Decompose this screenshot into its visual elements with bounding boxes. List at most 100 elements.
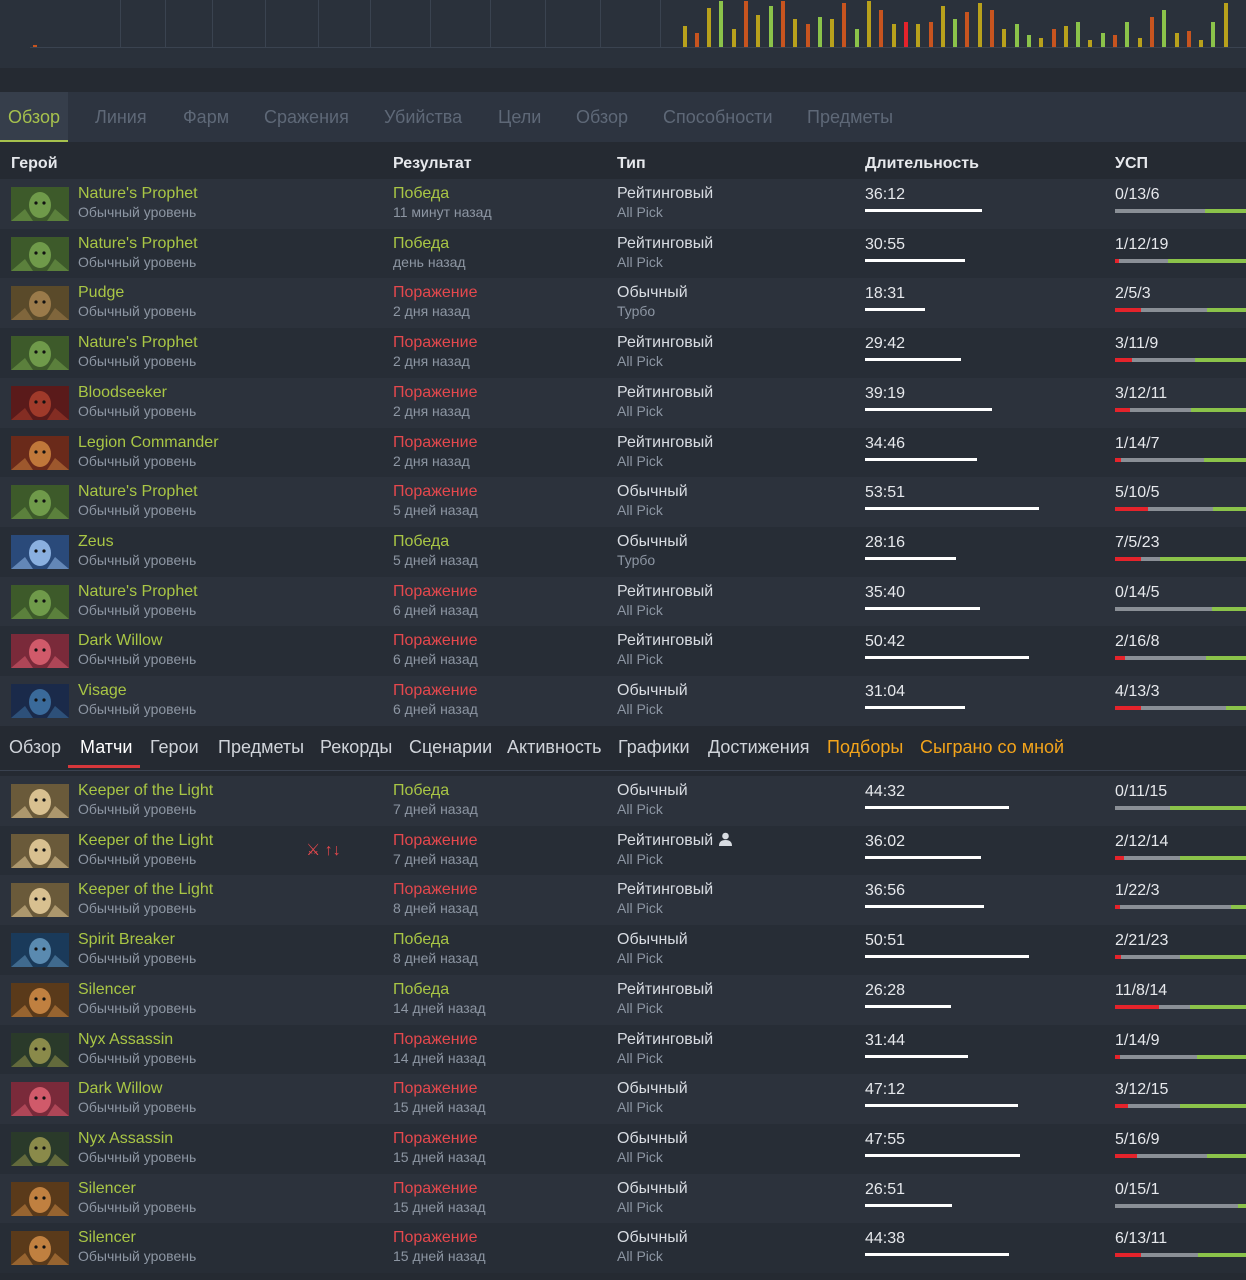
hero-name-link[interactable]: Keeper of the Light xyxy=(78,832,213,850)
table-row[interactable]: Keeper of the Light Обычный уровень Победа… xyxy=(0,776,1246,826)
hero-name-link[interactable]: Keeper of the Light xyxy=(78,782,213,800)
hero-portrait[interactable] xyxy=(11,534,69,569)
hero-name-link[interactable]: Zeus xyxy=(78,533,114,551)
hero-portrait[interactable] xyxy=(11,336,69,371)
hero-name-link[interactable]: Nature's Prophet xyxy=(78,185,198,203)
hero-portrait[interactable] xyxy=(11,833,69,868)
profile-tab-2[interactable]: Матчи xyxy=(80,737,133,758)
match-result-link[interactable]: Поражение xyxy=(393,483,477,501)
tab-4[interactable]: Сражения xyxy=(256,92,357,142)
table-row[interactable]: Spirit Breaker Обычный уровень Победа 8 дне… xyxy=(0,925,1246,976)
match-result-link[interactable]: Поражение xyxy=(393,1180,477,1198)
hero-portrait[interactable] xyxy=(11,236,69,271)
match-result-link[interactable]: Победа xyxy=(393,931,449,949)
table-row[interactable]: Silencer Обычный уровень Победа 14 дней наз… xyxy=(0,974,1246,1025)
table-row[interactable]: Keeper of the Light Обычный уровень Пораже… xyxy=(0,825,1246,876)
table-row[interactable]: Nature's Prophet Обычный уровень Поражение… xyxy=(0,328,1246,379)
match-result-link[interactable]: Поражение xyxy=(393,682,477,700)
table-row[interactable]: Nyx Assassin Обычный уровень Поражение 14 д… xyxy=(0,1024,1246,1075)
match-result-link[interactable]: Поражение xyxy=(393,583,477,601)
hero-name-link[interactable]: Dark Willow xyxy=(78,1080,162,1098)
profile-tab-1[interactable]: Обзор xyxy=(9,737,61,758)
match-result-link[interactable]: Победа xyxy=(393,981,449,999)
tab-9[interactable]: Предметы xyxy=(799,92,901,142)
hero-name-link[interactable]: Pudge xyxy=(78,284,124,302)
match-result-link[interactable]: Поражение xyxy=(393,384,477,402)
tab-3[interactable]: Фарм xyxy=(175,92,237,142)
match-result-link[interactable]: Поражение xyxy=(393,1080,477,1098)
match-result-link[interactable]: Поражение xyxy=(393,632,477,650)
match-result-link[interactable]: Поражение xyxy=(393,881,477,899)
table-row[interactable]: Nature's Prophet Обычный уровень Победа 11 … xyxy=(0,179,1246,229)
profile-tab-4[interactable]: Предметы xyxy=(218,737,304,758)
hero-name-link[interactable]: Nature's Prophet xyxy=(78,334,198,352)
profile-tab-9[interactable]: Достижения xyxy=(708,737,810,758)
header-hero[interactable]: Герой xyxy=(11,155,58,173)
tab-6[interactable]: Цели xyxy=(490,92,549,142)
match-result-link[interactable]: Поражение xyxy=(393,1130,477,1148)
table-row[interactable]: Dark Willow Обычный уровень Поражение 15 дн… xyxy=(0,1074,1246,1125)
hero-portrait[interactable] xyxy=(11,933,69,968)
hero-portrait[interactable] xyxy=(11,1231,69,1266)
hero-name-link[interactable]: Spirit Breaker xyxy=(78,931,175,949)
hero-portrait[interactable] xyxy=(11,385,69,420)
hero-name-link[interactable]: Silencer xyxy=(78,1180,136,1198)
table-row[interactable]: Legion Commander Обычный уровень Поражение… xyxy=(0,427,1246,478)
match-result-link[interactable]: Поражение xyxy=(393,334,477,352)
profile-tab-5[interactable]: Рекорды xyxy=(320,737,392,758)
table-row[interactable]: Silencer Обычный уровень Поражение 15 дней … xyxy=(0,1173,1246,1224)
match-result-link[interactable]: Победа xyxy=(393,782,449,800)
tab-1[interactable]: Обзор xyxy=(0,92,68,142)
hero-portrait[interactable] xyxy=(11,883,69,918)
match-result-link[interactable]: Поражение xyxy=(393,1031,477,1049)
profile-tab-11[interactable]: Сыграно со мной xyxy=(920,737,1064,758)
table-row[interactable]: Nature's Prophet Обычный уровень Победа ден… xyxy=(0,228,1246,279)
table-row[interactable]: Pudge Обычный уровень Поражение 2 дня назад… xyxy=(0,278,1246,329)
hero-name-link[interactable]: Nyx Assassin xyxy=(78,1130,173,1148)
hero-name-link[interactable]: Silencer xyxy=(78,1229,136,1247)
match-result-link[interactable]: Поражение xyxy=(393,284,477,302)
table-row[interactable]: Nyx Assassin Обычный уровень Поражение 15 д… xyxy=(0,1123,1246,1174)
match-result-link[interactable]: Победа xyxy=(393,185,449,203)
header-result[interactable]: Результат xyxy=(393,155,472,173)
hero-portrait[interactable] xyxy=(11,485,69,520)
table-row[interactable]: Zeus Обычный уровень Победа 5 дней назад Обы… xyxy=(0,526,1246,577)
profile-tab-6[interactable]: Сценарии xyxy=(409,737,492,758)
hero-name-link[interactable]: Bloodseeker xyxy=(78,384,167,402)
hero-name-link[interactable]: Keeper of the Light xyxy=(78,881,213,899)
hero-portrait[interactable] xyxy=(11,435,69,470)
hero-portrait[interactable] xyxy=(11,982,69,1017)
hero-portrait[interactable] xyxy=(11,1082,69,1117)
table-row[interactable]: Visage Обычный уровень Поражение 6 дней наз… xyxy=(0,676,1246,726)
hero-portrait[interactable] xyxy=(11,187,69,221)
hero-portrait[interactable] xyxy=(11,784,69,818)
table-row[interactable]: Bloodseeker Обычный уровень Поражение 2 дня… xyxy=(0,377,1246,428)
match-result-link[interactable]: Поражение xyxy=(393,832,477,850)
profile-tab-7[interactable]: Активность xyxy=(507,737,602,758)
hero-portrait[interactable] xyxy=(11,1131,69,1166)
header-type[interactable]: Тип xyxy=(617,155,646,173)
hero-portrait[interactable] xyxy=(11,286,69,321)
table-row[interactable]: Keeper of the Light Обычный уровень Пораже… xyxy=(0,875,1246,926)
header-duration[interactable]: Длительность xyxy=(865,155,979,173)
match-result-link[interactable]: Поражение xyxy=(393,1229,477,1247)
header-kda[interactable]: УСП xyxy=(1115,155,1148,173)
hero-name-link[interactable]: Nature's Prophet xyxy=(78,483,198,501)
hero-name-link[interactable]: Nature's Prophet xyxy=(78,235,198,253)
tab-8[interactable]: Способности xyxy=(655,92,781,142)
profile-tab-10[interactable]: Подборы xyxy=(827,737,903,758)
match-result-link[interactable]: Поражение xyxy=(393,434,477,452)
profile-tab-8[interactable]: Графики xyxy=(618,737,690,758)
table-row[interactable]: Nature's Prophet Обычный уровень Поражение… xyxy=(0,477,1246,528)
hero-portrait[interactable] xyxy=(11,1032,69,1067)
hero-name-link[interactable]: Nature's Prophet xyxy=(78,583,198,601)
tab-7[interactable]: Обзор xyxy=(568,92,636,142)
match-result-link[interactable]: Победа xyxy=(393,533,449,551)
match-result-link[interactable]: Победа xyxy=(393,235,449,253)
hero-portrait[interactable] xyxy=(11,584,69,619)
hero-name-link[interactable]: Visage xyxy=(78,682,127,700)
tab-2[interactable]: Линия xyxy=(87,92,155,142)
hero-name-link[interactable]: Legion Commander xyxy=(78,434,219,452)
table-row[interactable]: Dark Willow Обычный уровень Поражение 6 дне… xyxy=(0,626,1246,677)
profile-tab-3[interactable]: Герои xyxy=(150,737,199,758)
